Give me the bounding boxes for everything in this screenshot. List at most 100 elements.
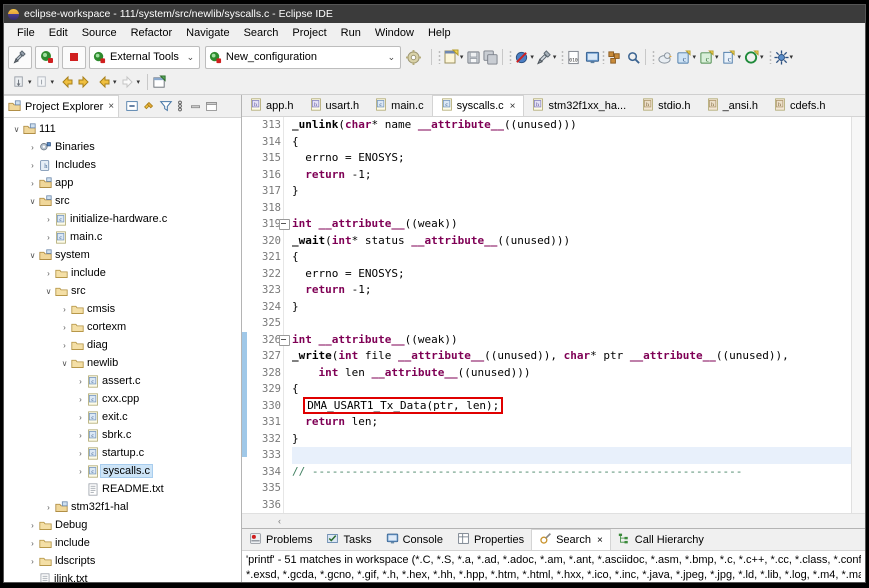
tree-item-system[interactable]: ∨ system — [4, 246, 241, 264]
tree-twisty-icon[interactable]: › — [58, 323, 71, 332]
code-line[interactable]: int __attribute__((weak)) — [292, 332, 851, 349]
editor-vertical-scrollbar[interactable] — [851, 117, 865, 513]
code-line[interactable] — [292, 315, 851, 332]
editor-tab-stdio-h[interactable]: h stdio.h — [634, 96, 698, 116]
tree-twisty-icon[interactable]: › — [26, 161, 39, 170]
code-line[interactable]: _write(int file __attribute__((unused)),… — [292, 348, 851, 365]
tree-item-src[interactable]: ∨ src — [4, 282, 241, 300]
chevron-down-icon[interactable]: ▾ — [715, 53, 719, 61]
build-button[interactable] — [8, 45, 32, 69]
code-line[interactable]: } — [292, 183, 851, 200]
tree-twisty-icon[interactable]: ∨ — [42, 287, 55, 296]
bottom-tab-tasks[interactable]: Tasks — [319, 530, 378, 550]
code-line[interactable]: return len; — [292, 414, 851, 431]
link-with-editor-icon[interactable] — [142, 99, 156, 113]
tree-twisty-icon[interactable]: › — [42, 233, 55, 242]
editor-tab-stm32f1xx-ha-[interactable]: h stm32f1xx_ha... — [524, 96, 634, 116]
tree-twisty-icon[interactable]: › — [74, 395, 87, 404]
gear-icon[interactable] — [405, 49, 421, 65]
collapse-all-icon[interactable] — [125, 99, 139, 113]
tree-twisty-icon[interactable]: ∨ — [58, 359, 71, 368]
menu-item-source[interactable]: Source — [75, 25, 124, 41]
minimize-icon[interactable] — [189, 100, 202, 113]
bottom-tab-console[interactable]: Console — [379, 530, 450, 550]
code-line[interactable]: { — [292, 381, 851, 398]
next-edit-location-icon[interactable] — [120, 74, 136, 90]
tree-item-cxx-cpp[interactable]: › c cxx.cpp — [4, 390, 241, 408]
code-line[interactable] — [292, 480, 851, 497]
menu-item-run[interactable]: Run — [334, 25, 368, 41]
tree-twisty-icon[interactable]: › — [42, 215, 55, 224]
project-tree[interactable]: ∨ 111 › Binaries › h Includes › app ∨ src › c initial… — [4, 118, 241, 582]
code-line[interactable]: _wait(int* status __attribute__((unused)… — [292, 233, 851, 250]
maximize-icon[interactable] — [205, 100, 218, 113]
tree-twisty-icon[interactable]: › — [26, 557, 39, 566]
code-line[interactable]: } — [292, 431, 851, 448]
tree-twisty-icon[interactable]: › — [74, 431, 87, 440]
code-line[interactable]: return -1; — [292, 282, 851, 299]
bottom-tab-search[interactable]: Search × — [531, 529, 611, 550]
chevron-down-icon[interactable]: ▾ — [530, 53, 534, 61]
tree-item-startup-c[interactable]: › c startup.c — [4, 444, 241, 462]
toolbar-drag-handle[interactable] — [509, 50, 513, 64]
bottom-tab-call-hierarchy[interactable]: Call Hierarchy — [611, 530, 711, 550]
forward-arrow-icon[interactable] — [76, 74, 92, 90]
scroll-left-arrow-icon[interactable]: ‹ — [278, 516, 281, 526]
code-line[interactable] — [292, 497, 851, 514]
tree-item-cmsis[interactable]: › cmsis — [4, 300, 241, 318]
editor-horizontal-scrollbar[interactable]: ‹ — [242, 513, 865, 528]
back-arrow-icon[interactable] — [59, 74, 75, 90]
tree-item-sbrk-c[interactable]: › c sbrk.c — [4, 426, 241, 444]
tree-twisty-icon[interactable]: › — [58, 341, 71, 350]
code-line[interactable]: int __attribute__((weak)) — [292, 216, 851, 233]
tree-twisty-icon[interactable]: › — [74, 377, 87, 386]
tree-item-readme-txt[interactable]: README.txt — [4, 480, 241, 498]
chevron-down-icon[interactable]: ▾ — [737, 53, 741, 61]
tree-item-cortexm[interactable]: › cortexm — [4, 318, 241, 336]
close-icon[interactable]: × — [510, 101, 516, 112]
new-class-icon[interactable] — [744, 49, 759, 65]
search-results-view[interactable]: 'printf' - 51 matches in workspace (*.C,… — [242, 551, 865, 582]
code-line[interactable]: { — [292, 249, 851, 266]
build-all-icon[interactable] — [607, 50, 622, 65]
tree-twisty-icon[interactable]: › — [26, 143, 39, 152]
tree-twisty-icon[interactable]: › — [74, 467, 87, 476]
toolbar-drag-handle[interactable] — [437, 50, 441, 64]
new-c-project-icon[interactable]: c — [676, 49, 691, 65]
tree-twisty-icon[interactable]: › — [26, 179, 39, 188]
debug-configurations-icon[interactable] — [773, 49, 789, 65]
chevron-down-icon[interactable]: ⌄ — [386, 52, 397, 63]
editor-tabbar[interactable]: h app.h h usart.h c main.c c syscalls.c × h stm32f… — [242, 95, 865, 117]
console-monitor-icon[interactable] — [585, 50, 600, 65]
toolbar-drag-handle[interactable] — [602, 50, 606, 64]
bottom-tabbar[interactable]: Problems Tasks Console Properties Search × Cal… — [242, 529, 865, 551]
chevron-down-icon[interactable]: ▾ — [51, 78, 55, 86]
code-line[interactable]: errno = ENOSYS; — [292, 266, 851, 283]
build-hammer-icon[interactable] — [536, 49, 552, 65]
tree-twisty-icon[interactable]: › — [74, 449, 87, 458]
toolbar-drag-handle[interactable] — [561, 50, 565, 64]
tree-twisty-icon[interactable]: ∨ — [10, 125, 23, 134]
tree-item-include[interactable]: › include — [4, 534, 241, 552]
menu-item-file[interactable]: File — [10, 25, 42, 41]
tree-twisty-icon[interactable]: › — [58, 305, 71, 314]
tab-project-explorer[interactable]: Project Explorer × — [4, 95, 120, 117]
chevron-down-icon[interactable]: ▾ — [692, 53, 696, 61]
step-icon[interactable] — [35, 75, 50, 90]
view-menu-icon[interactable] — [176, 99, 184, 113]
tree-item-includes[interactable]: › h Includes — [4, 156, 241, 174]
menu-item-help[interactable]: Help — [421, 25, 458, 41]
editor-tab-syscalls-c[interactable]: c syscalls.c × — [431, 95, 525, 116]
tree-item-jlink-txt[interactable]: jlink.txt — [4, 570, 241, 582]
code-line[interactable]: { — [292, 134, 851, 151]
new-c-file-icon[interactable]: c — [721, 49, 736, 65]
bottom-tab-problems[interactable]: Problems — [242, 530, 319, 550]
tree-item-src[interactable]: ∨ src — [4, 192, 241, 210]
tree-twisty-icon[interactable]: › — [26, 539, 39, 548]
menu-item-navigate[interactable]: Navigate — [179, 25, 236, 41]
skip-breakpoints-icon[interactable] — [12, 75, 27, 90]
tree-item-assert-c[interactable]: › c assert.c — [4, 372, 241, 390]
code-line[interactable]: // -------------------------------------… — [292, 464, 851, 481]
editor-tab-usart-h[interactable]: h usart.h — [302, 96, 368, 116]
close-icon[interactable]: × — [108, 101, 114, 112]
